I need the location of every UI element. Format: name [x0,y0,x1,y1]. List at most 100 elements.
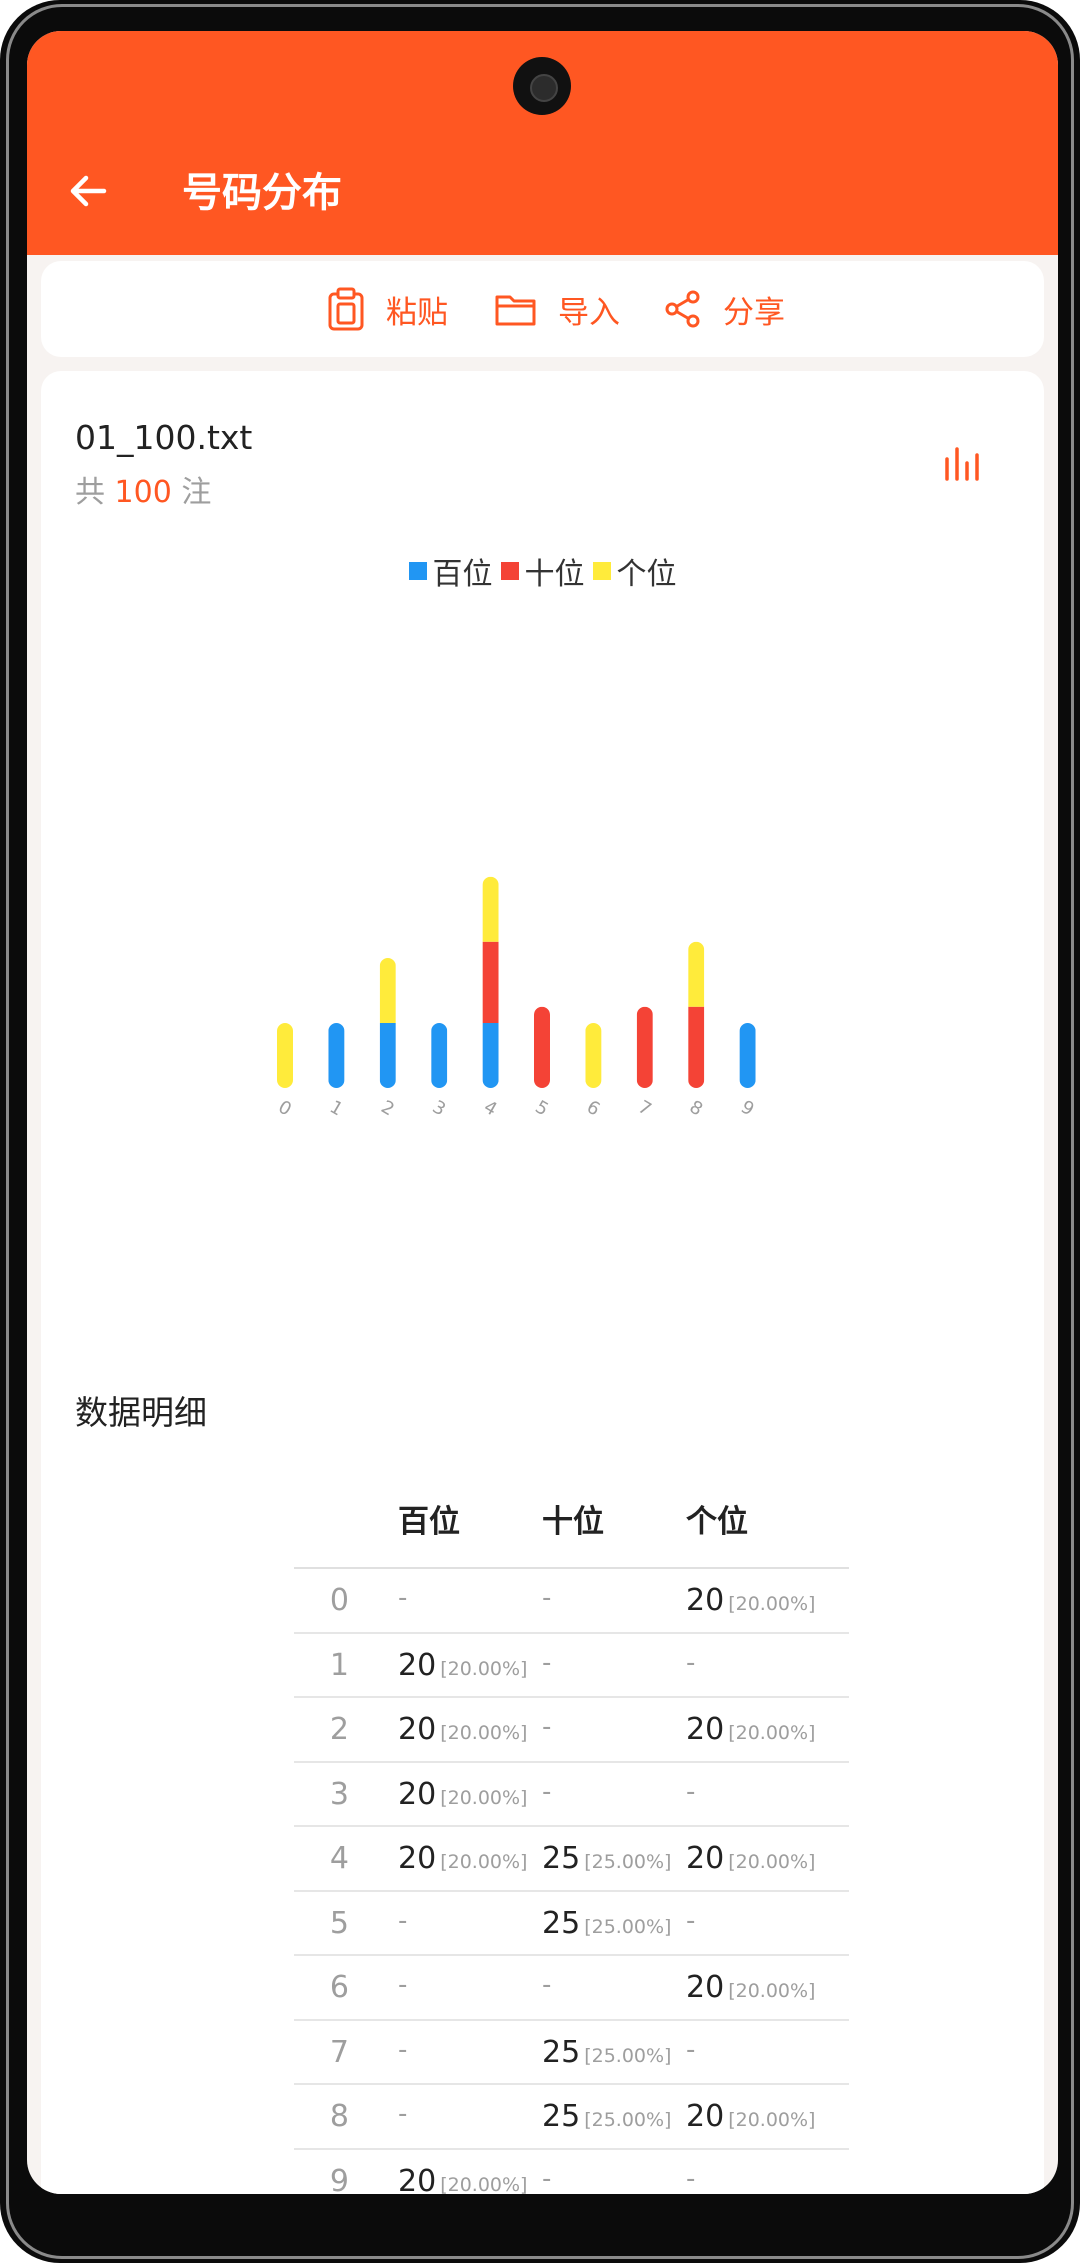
table-row: 8 - 25 [25.00%] 20 [20.00%] [294,2085,849,2150]
cell-percent: [20.00%] [728,1851,816,1873]
x-tick-label: 3 [429,1096,449,1120]
cell-value: - [686,1776,696,1807]
bar-stack-1 [328,1023,345,1088]
action-toolbar: 粘贴 导入 分享 [41,261,1044,357]
cell-percent: [20.00%] [440,1786,528,1809]
distribution-chart: 0 1 2 3 4 5 6 7 8 9 [275,876,758,1120]
x-tick-label: 2 [377,1096,397,1120]
x-tick-label: 9 [737,1096,757,1120]
table-cell: - [398,1583,407,1613]
table-cell: - [542,1648,551,1678]
row-digit: 0 [329,1583,349,1618]
table-cell: - [542,1712,551,1742]
row-digit: 1 [329,1647,349,1683]
count-suffix: 注 [181,475,212,510]
chart-legend: 百位 十位 个位 [41,549,1044,593]
cell-percent: [25.00%] [584,1851,672,1873]
legend-swatch-tens [500,562,519,580]
cell-value: 20 [398,2163,437,2195]
bar-stack-2 [379,958,396,1088]
bar-4-series-0 [482,1023,499,1088]
cell-value: 20 [686,1583,725,1618]
header-tens: 十位 [542,1504,604,1540]
table-cell: - [542,1777,551,1807]
cell-value: - [398,1583,408,1613]
x-tick-label: 4 [480,1096,500,1120]
legend-label-tens: 十位 [524,557,585,592]
detail-table: 百位 十位 个位 0- -20 [20.00%] 1 20 [20.00%] - -2 20 [2… [294,1456,849,2194]
clipboard-icon [328,287,364,331]
bar-0-series-2 [277,1023,293,1088]
legend-item-ones: 个位 [592,549,677,593]
import-button[interactable]: 导入 [494,261,620,357]
table-cell: 20 [20.00%] [398,2164,527,2195]
bar-chart-icon [945,447,979,481]
table-cell: - [398,1906,407,1936]
cell-value: - [542,1583,552,1613]
cell-value: - [398,1905,408,1936]
table-cell: - [686,1906,695,1936]
row-digit: 7 [329,2034,349,2070]
cell-value: 25 [542,1905,581,1941]
legend-item-hundreds: 百位 [408,549,493,593]
cell-value: - [542,1776,552,1807]
cell-percent: [20.00%] [728,1980,816,2002]
chart-toggle-button[interactable] [941,443,981,483]
table-cell: - [398,2099,407,2129]
table-cell: - [686,1648,695,1678]
table-cell: 20 [20.00%] [686,1841,815,1876]
legend-swatch-ones [592,562,611,580]
cell-value: 20 [686,1970,725,2005]
cell-value: - [686,2034,696,2065]
bar-1-series-0 [328,1023,345,1088]
cell-value: 20 [686,2099,725,2134]
cell-value: 20 [398,1712,437,1747]
share-button[interactable]: 分享 [663,261,785,357]
cell-value: 20 [398,1776,437,1812]
row-digit: 5 [329,1905,349,1941]
back-button[interactable] [62,164,116,218]
bar-stack-5 [534,1006,550,1088]
header-hundreds: 百位 [398,1504,460,1540]
bar-6-series-2 [585,1023,602,1088]
paste-button[interactable]: 粘贴 [326,261,448,357]
cell-value: - [686,1905,696,1936]
cell-value: - [686,2163,696,2194]
cell-percent: [25.00%] [584,2109,672,2131]
table-row: 9 20 [20.00%] - - [294,2150,849,2195]
bar-stack-4 [482,876,499,1088]
table-cell: 20 [20.00%] [686,1583,815,1618]
row-digit: 8 [329,2099,349,2134]
bar-9-series-0 [739,1023,756,1088]
table-cell: 25 [25.00%] [542,2099,671,2134]
legend-swatch-hundreds [408,562,427,580]
cell-value: - [398,2034,408,2065]
detail-title: 数据明细 [75,1393,207,1432]
table-cell: - [542,2164,551,2194]
bar-4-series-1 [482,941,499,1023]
row-digit: 6 [329,1970,349,2005]
cell-value: - [542,1647,552,1678]
row-digit: 9 [329,2163,349,2195]
table-row: 4 20 [20.00%] 25 [25.00%] 20 [20.00%] [294,1827,849,1892]
table-row: 5-25 [25.00%] - [294,1892,849,1956]
bar-stack-8 [688,941,705,1088]
cell-value: 20 [686,1841,725,1876]
table-cell: 20 [20.00%] [686,1712,815,1747]
cell-percent: [20.00%] [728,1593,816,1615]
cell-value: 25 [542,1841,581,1876]
cell-value: - [542,1712,552,1742]
arrow-left-icon [70,175,107,207]
x-tick-label: 0 [275,1096,295,1120]
table-header: 百位 十位 个位 [294,1456,849,1569]
table-cell: - [542,1970,551,2000]
screen: 号码分布 粘贴 导入 分享 01_100.txt 共 100 注 百位 十位 个… [27,31,1058,2194]
import-label: 导入 [558,294,620,331]
table-cell: 20 [20.00%] [398,1712,527,1747]
table-cell: - [398,2035,407,2065]
app-bar: 号码分布 [27,31,1058,255]
bar-7-series-1 [636,1006,653,1088]
table-row: 0 - - 20 [20.00%] [294,1569,849,1634]
table-cell: 20 [20.00%] [398,1777,527,1812]
share-icon [665,290,700,328]
